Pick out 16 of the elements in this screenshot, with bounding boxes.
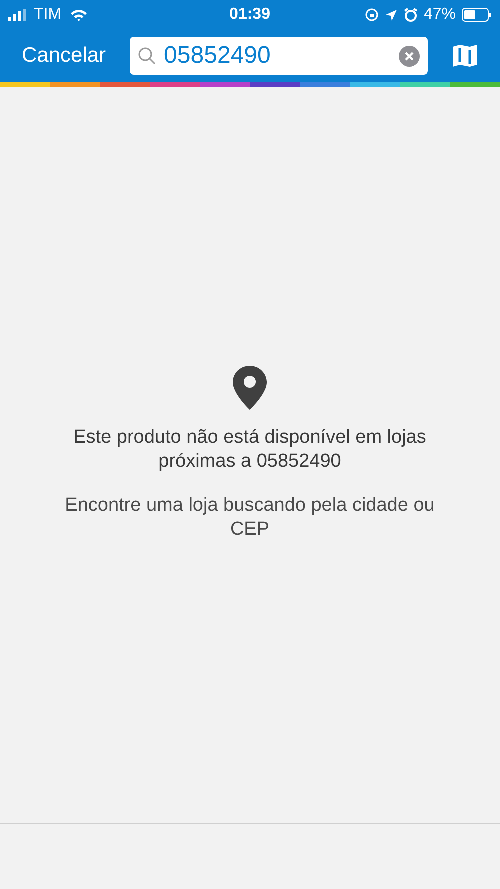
carrier-name: TIM bbox=[34, 5, 62, 25]
location-arrow-icon bbox=[384, 8, 398, 22]
wifi-icon bbox=[70, 8, 88, 22]
rotation-lock-icon bbox=[364, 8, 379, 22]
battery-percent: 47% bbox=[424, 5, 456, 25]
search-icon bbox=[138, 47, 156, 65]
alarm-icon bbox=[404, 8, 418, 22]
battery-icon bbox=[462, 8, 492, 22]
status-time: 01:39 bbox=[230, 5, 270, 25]
clear-icon[interactable] bbox=[399, 46, 420, 66]
map-icon[interactable] bbox=[452, 44, 478, 68]
cancel-button[interactable]: Cancelar bbox=[22, 40, 106, 72]
search-field[interactable]: 05852490 bbox=[130, 37, 428, 75]
empty-state-title: Este produto não está disponível em lojas próximas a 05852490 bbox=[72, 426, 428, 474]
empty-state-hint: Encontre uma loja buscando pela cidade ou CEP bbox=[64, 494, 436, 542]
location-pin-icon bbox=[233, 366, 267, 410]
